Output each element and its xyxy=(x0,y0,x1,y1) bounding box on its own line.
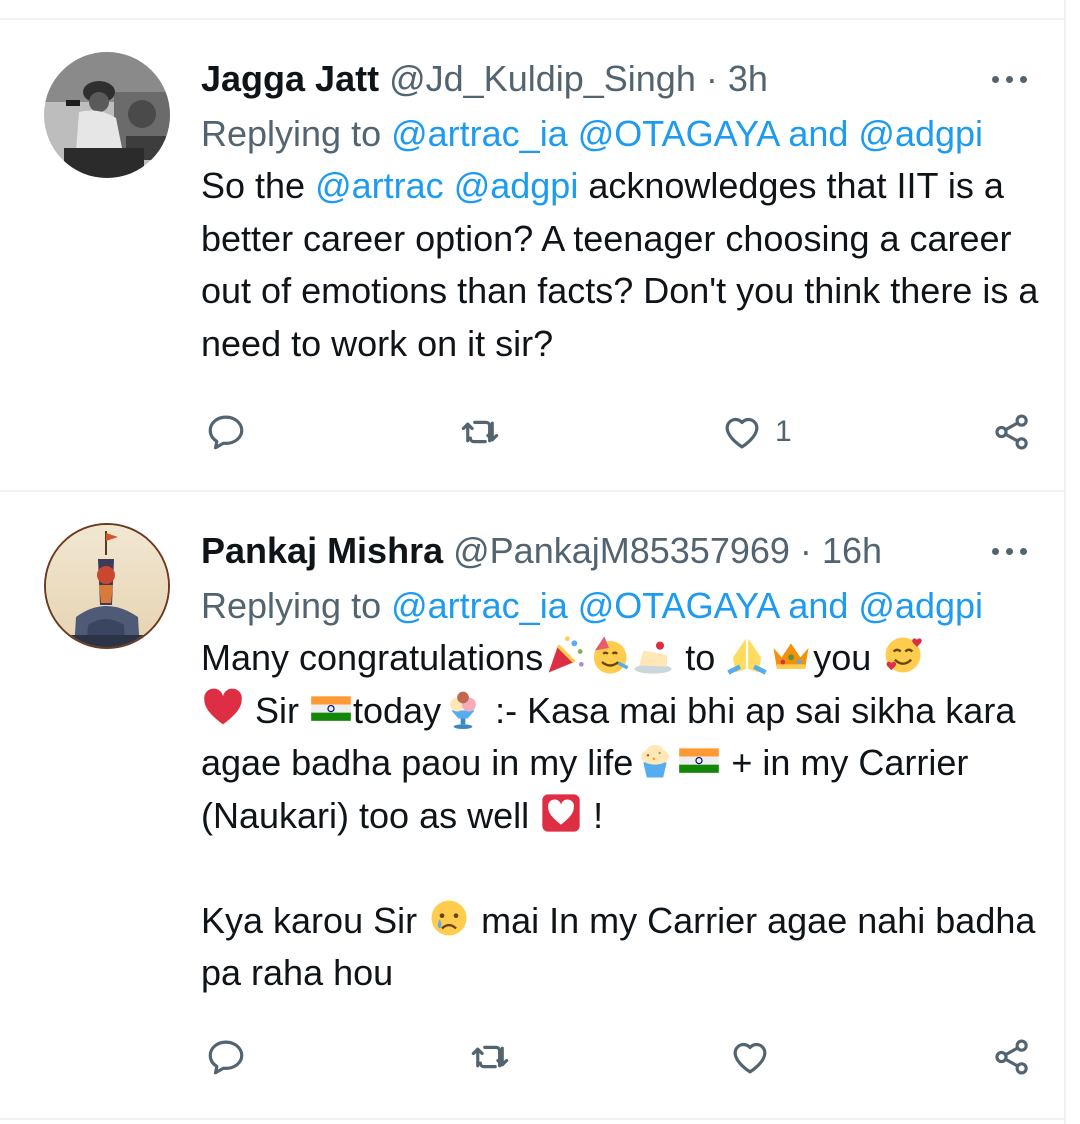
partying-face-icon xyxy=(594,636,629,674)
smiling-face-with-hearts-icon xyxy=(885,637,923,673)
tweet-text: So the @artrac @adgpi acknowledges that … xyxy=(201,160,1046,370)
folded-hands-icon xyxy=(727,638,767,675)
share-icon xyxy=(995,1039,1028,1075)
tweet-text-segment: to xyxy=(675,637,726,678)
india-flag-icon xyxy=(311,695,351,721)
share-icon xyxy=(995,414,1028,450)
replying-label: Replying to xyxy=(201,113,392,154)
display-name[interactable]: Jagga Jatt xyxy=(201,58,379,99)
mention-link[interactable]: @adgpi xyxy=(858,585,983,626)
crying-face-icon xyxy=(431,900,467,935)
timestamp[interactable]: 16h xyxy=(822,530,882,571)
crown-icon xyxy=(773,643,809,669)
share-button[interactable] xyxy=(991,407,1033,457)
replying-label: Replying to xyxy=(201,585,392,626)
mention-link[interactable]: @OTAGAYA xyxy=(578,585,779,626)
tweet-text-segment: today xyxy=(353,689,442,731)
mention-link[interactable]: @adgpi xyxy=(858,113,983,154)
replying-to: Replying to @artrac_ia @OTAGAYA and @adg… xyxy=(201,108,1046,160)
tweet-jagga-jatt[interactable]: Jagga Jatt @Jd_Kuldip_Singh · 3h Replyin… xyxy=(0,20,1066,492)
reply-icon xyxy=(208,1040,244,1075)
tweet-text-segment: So the xyxy=(201,165,316,206)
timeline: Jagga Jatt @Jd_Kuldip_Singh · 3h Replyin… xyxy=(0,0,1066,1124)
red-heart-icon xyxy=(204,688,242,724)
tweet-header: Pankaj Mishra @PankajM85357969 · 16h xyxy=(201,528,1046,574)
mention-link[interactable]: @artrac_ia xyxy=(391,585,568,626)
retweet-button[interactable] xyxy=(459,407,501,457)
more-icon[interactable] xyxy=(988,60,1032,96)
tweet-text-segment: Kya karou Sir xyxy=(201,899,428,941)
tweet-text-segment: Many congratulations xyxy=(201,637,544,678)
like-button[interactable] xyxy=(729,1032,783,1082)
share-button[interactable] xyxy=(991,1032,1033,1082)
mention-link[interactable]: @OTAGAYA xyxy=(578,113,779,154)
tweet-pankaj-mishra[interactable]: Pankaj Mishra @PankajM85357969 · 16h Rep… xyxy=(0,492,1066,1120)
retweet-icon xyxy=(471,1045,509,1069)
party-popper-icon xyxy=(548,636,584,673)
separator-dot: · xyxy=(705,58,718,99)
tweet-content: Jagga Jatt @Jd_Kuldip_Singh · 3h Replyin… xyxy=(201,56,1046,370)
separator-dot: · xyxy=(799,530,812,571)
replying-to: Replying to @artrac_ia @OTAGAYA and @adg… xyxy=(201,580,1046,632)
heart-icon xyxy=(733,1042,767,1074)
and-others-link[interactable]: and xyxy=(778,585,858,626)
display-name[interactable]: Pankaj Mishra xyxy=(201,530,443,571)
user-handle[interactable]: @PankajM85357969 xyxy=(453,530,790,571)
like-count: 1 xyxy=(775,415,792,448)
action-bar xyxy=(201,1032,1041,1082)
avatar[interactable] xyxy=(44,523,170,649)
mention-link[interactable]: @artrac_ia xyxy=(391,113,568,154)
timestamp[interactable]: 3h xyxy=(728,58,768,99)
tweet-text-segment: Sir xyxy=(245,689,310,731)
mention-link[interactable]: @artrac xyxy=(315,165,444,206)
tweet-header: Jagga Jatt @Jd_Kuldip_Singh · 3h xyxy=(201,56,1046,102)
retweet-icon xyxy=(461,420,499,444)
tweet-text: Many congratulations to you Sir today :-… xyxy=(201,632,1046,1000)
and-others-link[interactable]: and xyxy=(778,113,858,154)
reply-button[interactable] xyxy=(205,1032,247,1082)
ice-cream-icon xyxy=(450,691,476,729)
reply-icon xyxy=(208,415,244,450)
like-button[interactable]: 1 xyxy=(721,407,792,457)
cupcake-icon xyxy=(641,744,670,778)
tweet-text-segment: you xyxy=(813,637,882,678)
avatar[interactable] xyxy=(44,52,170,178)
tweet-text-segment: ! xyxy=(583,794,604,836)
user-handle[interactable]: @Jd_Kuldip_Singh xyxy=(389,58,696,99)
retweet-button[interactable] xyxy=(469,1032,511,1082)
cake-icon xyxy=(634,641,672,674)
heart-letter-icon xyxy=(542,793,580,832)
mention-link[interactable]: @adgpi xyxy=(454,165,579,206)
reply-button[interactable] xyxy=(205,407,247,457)
india-flag-icon xyxy=(679,748,720,773)
tweet-text-segment xyxy=(444,165,454,206)
previous-tweet-edge xyxy=(0,0,1066,20)
tweet-content: Pankaj Mishra @PankajM85357969 · 16h Rep… xyxy=(201,528,1046,1000)
more-icon[interactable] xyxy=(988,532,1032,568)
heart-icon xyxy=(725,417,759,449)
action-bar: 1 xyxy=(201,407,1041,457)
